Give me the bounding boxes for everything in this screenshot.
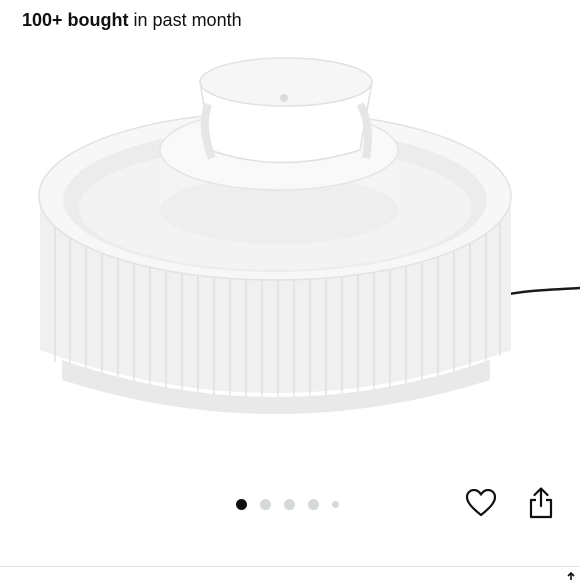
- bought-count: 100+ bought: [22, 10, 129, 30]
- section-divider: [0, 566, 580, 567]
- partial-icon: [567, 571, 575, 580]
- carousel-dot[interactable]: [308, 498, 319, 510]
- bought-suffix: in past month: [133, 10, 242, 30]
- pet-water-fountain-image: [38, 57, 580, 414]
- image-carousel-indicator[interactable]: [236, 496, 339, 512]
- carousel-dot[interactable]: [284, 498, 295, 510]
- carousel-dot[interactable]: [332, 500, 339, 508]
- carousel-dot[interactable]: [260, 498, 271, 510]
- favorite-button[interactable]: [464, 486, 498, 520]
- heart-outline-icon: [466, 489, 496, 517]
- bought-in-past-month-text: 100+ bought in past month: [22, 8, 242, 32]
- share-button[interactable]: [524, 486, 558, 520]
- carousel-dot-active[interactable]: [236, 498, 247, 510]
- product-image[interactable]: [0, 40, 580, 460]
- share-icon: [529, 487, 553, 519]
